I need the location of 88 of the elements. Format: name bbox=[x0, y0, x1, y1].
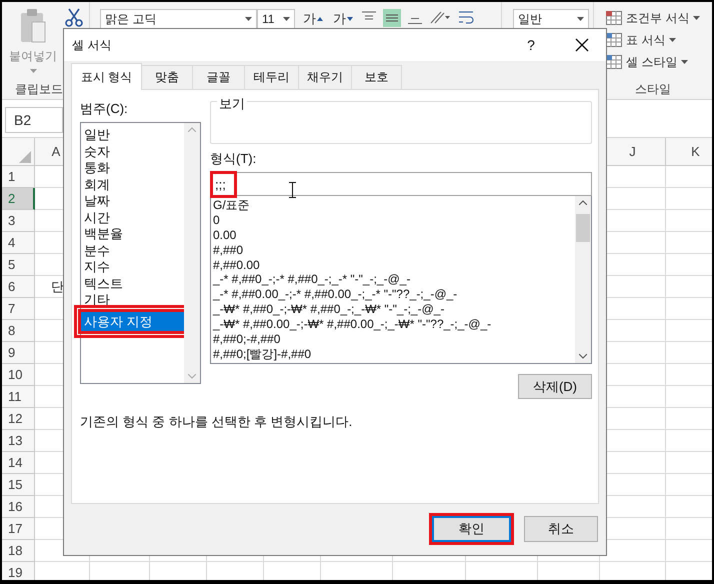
format-item[interactable]: 0.00 bbox=[211, 228, 575, 243]
column-header[interactable]: A bbox=[52, 144, 60, 159]
format-item[interactable]: #,##0.00 bbox=[211, 258, 575, 272]
scroll-down-icon bbox=[188, 374, 196, 379]
row-header[interactable]: 2 bbox=[2, 188, 35, 210]
format-item[interactable]: #,##0;-#,##0 bbox=[211, 332, 575, 347]
font-name-field[interactable]: 맑은 고딕 bbox=[100, 9, 257, 29]
select-all-icon bbox=[19, 150, 31, 162]
row-header[interactable]: 17 bbox=[2, 518, 35, 540]
category-item[interactable]: 지수 bbox=[81, 257, 184, 274]
row-header[interactable]: 15 bbox=[2, 474, 35, 496]
category-item[interactable]: 통화 bbox=[81, 158, 184, 174]
align-middle-icon bbox=[383, 9, 401, 27]
help-button[interactable]: ? bbox=[516, 37, 546, 53]
up-arrow-icon bbox=[317, 17, 323, 21]
category-item[interactable]: 분수 bbox=[81, 240, 184, 257]
format-item[interactable]: G/표준 bbox=[211, 198, 575, 213]
format-item[interactable]: #,##0;[빨강]-#,##0 bbox=[211, 346, 575, 362]
description-text: 기존의 형식 중 하나를 선택한 후 변형시킵니다. bbox=[80, 413, 354, 431]
grow-font-button[interactable]: 가 bbox=[301, 9, 325, 29]
clipboard-icon bbox=[19, 8, 47, 44]
delete-button[interactable]: 삭제(D) bbox=[518, 374, 592, 399]
row-header[interactable]: 10 bbox=[2, 364, 35, 386]
dropdown-caret-icon bbox=[283, 17, 290, 21]
cancel-button[interactable]: 취소 bbox=[524, 516, 598, 542]
down-arrow-icon bbox=[347, 17, 353, 21]
group-label: 스타일 bbox=[634, 80, 672, 98]
text-orientation-icon bbox=[429, 9, 451, 25]
row-header[interactable]: 4 bbox=[2, 232, 35, 254]
row-header[interactable]: 5 bbox=[2, 254, 35, 276]
dropdown-caret-icon bbox=[577, 17, 584, 21]
ok-button[interactable]: 확인 bbox=[429, 513, 514, 546]
scroll-up-icon bbox=[188, 127, 196, 132]
row-header[interactable]: 6 bbox=[2, 276, 35, 298]
category-item[interactable]: 숫자 bbox=[81, 142, 184, 158]
row-header[interactable]: 13 bbox=[2, 430, 35, 452]
row-header[interactable]: 9 bbox=[2, 342, 35, 364]
row-header[interactable]: 3 bbox=[2, 210, 35, 232]
format-item[interactable]: _-* #,##0_-;-* #,##0_-;_-* "-"_-;_-@_- bbox=[211, 272, 575, 288]
category-item[interactable]: 날짜 bbox=[81, 191, 184, 208]
preview-label: 보기 bbox=[217, 95, 247, 113]
scroll-bar[interactable] bbox=[184, 123, 200, 383]
dialog-title: 셀 서식 bbox=[72, 36, 112, 54]
style-button[interactable]: 조건부 서식 bbox=[604, 7, 702, 29]
close-icon bbox=[575, 38, 589, 52]
row-header[interactable]: 8 bbox=[2, 320, 35, 342]
tab[interactable]: 표시 형식 bbox=[71, 63, 142, 90]
row-header[interactable]: 1 bbox=[2, 166, 35, 188]
dropdown-caret-icon bbox=[30, 69, 36, 73]
table-style-icon bbox=[606, 11, 622, 25]
row-header[interactable]: 18 bbox=[2, 540, 35, 562]
tab[interactable]: 보호 bbox=[351, 65, 402, 89]
scroll-thumb[interactable] bbox=[576, 214, 590, 242]
font-size-field[interactable]: 11 bbox=[257, 9, 295, 29]
dropdown-caret-icon bbox=[245, 17, 252, 21]
format-item[interactable]: _-* #,##0.00_-;-* #,##0.00_-;_-* "-"??_-;_-@_- bbox=[211, 287, 575, 302]
category-item[interactable]: 일반 bbox=[81, 125, 184, 142]
group-label: 클립보드 bbox=[14, 80, 64, 98]
name-box[interactable]: B2 bbox=[5, 107, 63, 133]
column-header[interactable]: J bbox=[629, 144, 636, 159]
dropdown-caret-icon bbox=[693, 16, 700, 20]
type-label: 형식(T): bbox=[210, 150, 258, 168]
row-header[interactable]: 11 bbox=[2, 386, 35, 408]
text-cursor-icon bbox=[289, 182, 296, 198]
scroll-down-icon bbox=[579, 354, 587, 359]
row-header[interactable]: 14 bbox=[2, 452, 35, 474]
shrink-font-button[interactable]: 가 bbox=[331, 9, 355, 29]
scroll-up-icon bbox=[579, 200, 587, 205]
format-input-field[interactable]: ;;; bbox=[210, 172, 592, 196]
scroll-bar[interactable] bbox=[575, 196, 591, 363]
row-header[interactable]: 7 bbox=[2, 298, 35, 320]
format-item[interactable]: 0 bbox=[211, 212, 575, 228]
align-bottom-icon bbox=[407, 18, 423, 24]
dropdown-caret-icon bbox=[681, 60, 688, 64]
row-header[interactable]: 19 bbox=[2, 562, 35, 580]
scissors-icon bbox=[64, 8, 84, 28]
column-header[interactable]: K bbox=[691, 144, 700, 159]
category-item[interactable]: 시간 bbox=[81, 208, 184, 224]
category-item[interactable]: 회계 bbox=[81, 174, 184, 191]
category-label: 범주(C): bbox=[80, 100, 129, 118]
row-header[interactable]: 12 bbox=[2, 408, 35, 430]
format-item[interactable]: _-₩* #,##0.00_-;-₩* #,##0.00_-;_-₩* "-"??_-;_-@_- bbox=[211, 317, 575, 332]
row-header[interactable]: 16 bbox=[2, 496, 35, 518]
category-item[interactable]: 백분율 bbox=[81, 224, 184, 240]
format-item[interactable]: #,##0 bbox=[211, 242, 575, 258]
dropdown-caret-icon bbox=[669, 38, 676, 42]
format-item[interactable]: _-₩* #,##0_-;-₩* #,##0_-;_-₩* "-"_-;_-@_- bbox=[211, 302, 575, 318]
number-format-field[interactable]: 일반 bbox=[513, 9, 589, 29]
